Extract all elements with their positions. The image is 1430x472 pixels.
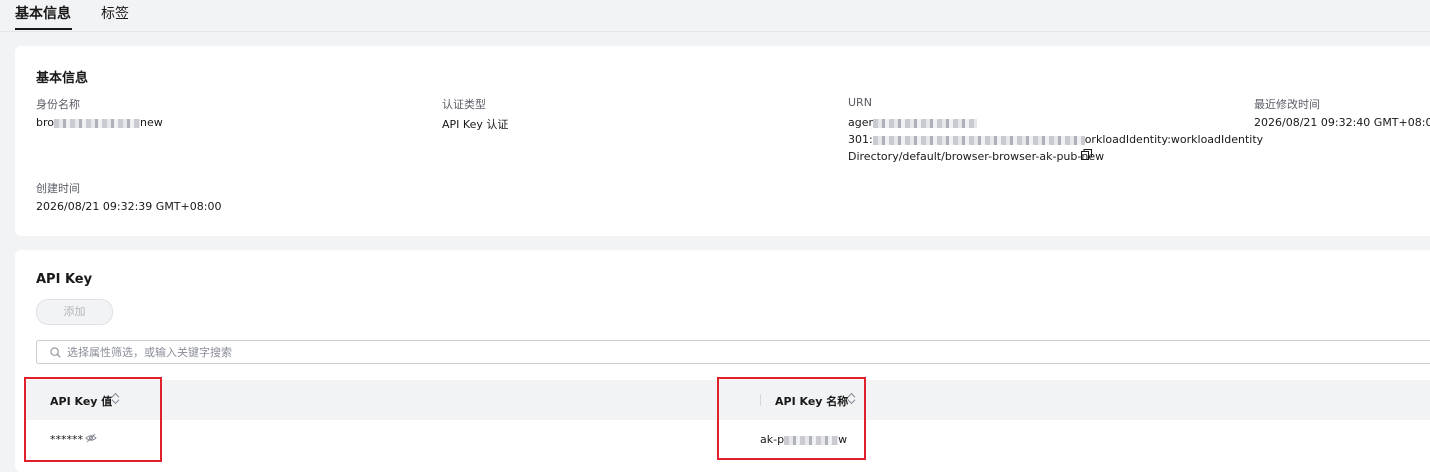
urn-label: URN bbox=[848, 96, 872, 109]
highlight-box-key-name bbox=[717, 377, 866, 460]
urn-line-2-prefix: 301: bbox=[848, 133, 873, 146]
identity-name-prefix: bro bbox=[36, 116, 54, 129]
identity-name-label: 身份名称 bbox=[36, 98, 80, 111]
urn-line-2: 301: orkloadIdentity:workloadIdentity bbox=[848, 133, 1263, 146]
tab-bar: 基本信息 标签 bbox=[0, 0, 1430, 32]
basic-info-card: 基本信息 身份名称 bro new 认证类型 API Key 认证 URN age… bbox=[15, 46, 1430, 236]
urn-line-1: ager bbox=[848, 116, 978, 129]
search-input[interactable] bbox=[67, 344, 967, 360]
add-button[interactable]: 添加 bbox=[36, 299, 113, 325]
urn-line-1-text: ager bbox=[848, 116, 874, 129]
search-icon bbox=[50, 347, 61, 358]
highlight-box-key-value bbox=[24, 377, 162, 462]
redacted-text bbox=[54, 118, 140, 128]
urn-line-3: Directory/default/browser-browser-ak-pub… bbox=[848, 150, 1105, 163]
modified-time-label: 最近修改时间 bbox=[1254, 98, 1320, 111]
search-box[interactable] bbox=[36, 340, 1430, 364]
created-time-value: 2026/08/21 09:32:39 GMT+08:00 bbox=[36, 200, 222, 213]
auth-type-label: 认证类型 bbox=[442, 98, 486, 111]
auth-type-value: API Key 认证 bbox=[442, 118, 509, 131]
redacted-text bbox=[873, 118, 978, 128]
tab-tags[interactable]: 标签 bbox=[101, 3, 129, 23]
modified-time-value: 2026/08/21 09:32:40 GMT+08:00 bbox=[1254, 116, 1430, 129]
basic-info-title: 基本信息 bbox=[36, 71, 89, 86]
urn-line-2-suffix: orkloadIdentity:workloadIdentity bbox=[1084, 133, 1264, 146]
active-tab-indicator bbox=[15, 28, 72, 30]
api-key-title: API Key bbox=[36, 272, 93, 287]
tab-basic-info[interactable]: 基本信息 bbox=[15, 3, 71, 23]
redacted-text bbox=[872, 135, 1085, 145]
created-time-label: 创建时间 bbox=[36, 182, 80, 195]
copy-icon[interactable] bbox=[1081, 149, 1092, 160]
identity-name-suffix: new bbox=[140, 116, 163, 129]
identity-name-value: bro new bbox=[36, 116, 163, 129]
